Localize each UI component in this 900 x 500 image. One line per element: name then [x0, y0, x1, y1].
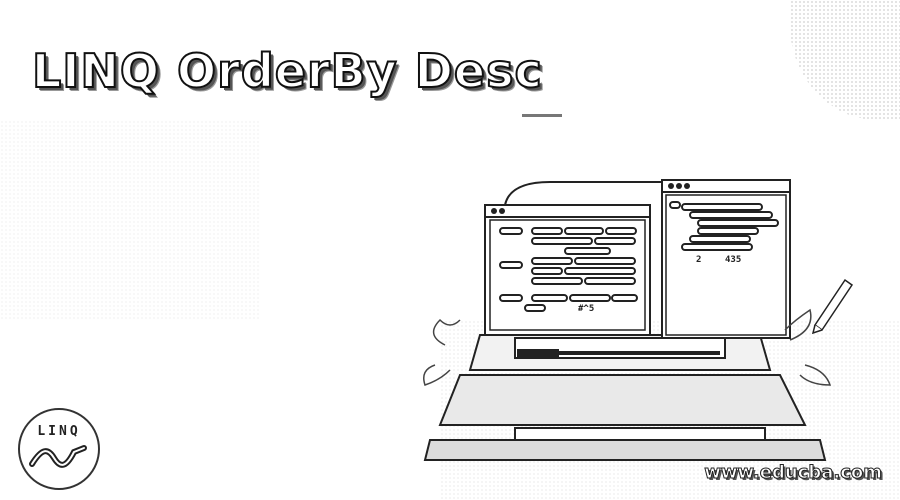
- logo-wave-icon: [29, 445, 87, 468]
- laptop-base: [423, 334, 827, 461]
- pencil-icon: [811, 278, 854, 335]
- page-title: LINQ OrderBy Desc: [31, 43, 543, 99]
- right-window-label-2: 435: [725, 255, 741, 265]
- connector-arc: [504, 181, 665, 206]
- right-code-window: 2 435: [661, 179, 791, 339]
- background-texture-left: [0, 120, 260, 320]
- title-accent-line: [522, 114, 562, 117]
- left-code-window: #^5: [484, 204, 651, 336]
- code-windows-illustration: #^5 2 435: [423, 179, 854, 461]
- linq-logo: LINQ: [18, 408, 100, 490]
- left-window-label: #^5: [578, 304, 594, 314]
- background-texture-top-right: [790, 0, 900, 120]
- watermark-url: www.educba.com: [704, 462, 883, 484]
- right-window-label-1: 2: [696, 255, 701, 265]
